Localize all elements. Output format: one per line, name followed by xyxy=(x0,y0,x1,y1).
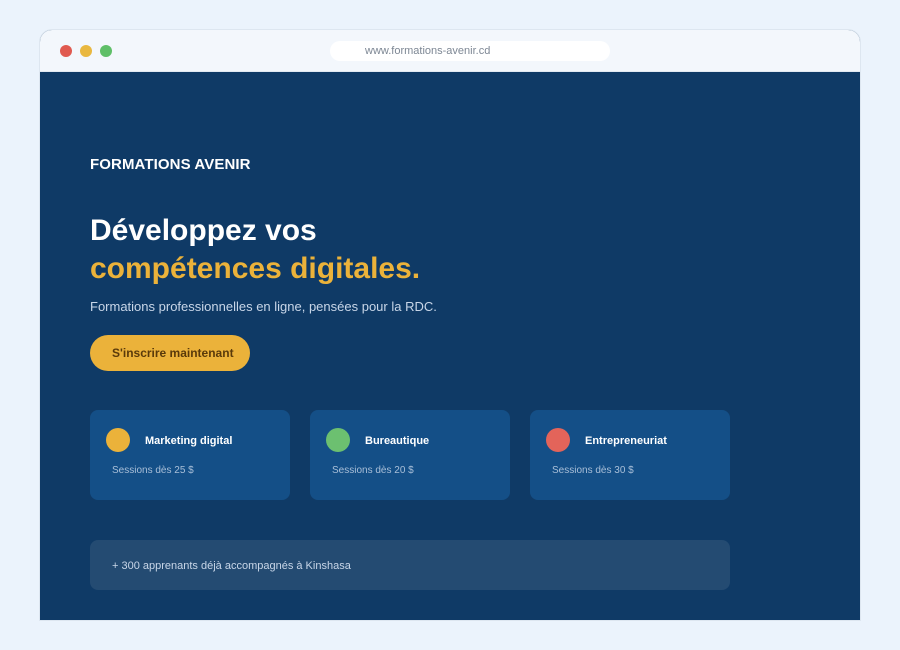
course-title: Bureautique xyxy=(365,435,430,447)
minimize-window-button[interactable] xyxy=(80,45,92,57)
course-card-marketing[interactable]: Marketing digital Sessions dès 25 $ xyxy=(90,410,290,500)
course-title: Marketing digital xyxy=(145,435,233,447)
hero-headline-line-1: Développez vos xyxy=(90,214,317,247)
course-color-icon xyxy=(326,428,350,452)
hero-headline-line-2: compétences digitales. xyxy=(90,252,421,285)
close-window-button[interactable] xyxy=(60,45,72,57)
course-color-icon xyxy=(546,428,570,452)
course-price: Sessions dès 20 $ xyxy=(332,465,414,476)
maximize-window-button[interactable] xyxy=(100,45,112,57)
address-bar[interactable]: www.formations-avenir.cd xyxy=(330,41,610,61)
social-proof-banner: + 300 apprenants déjà accompagnés à Kins… xyxy=(90,540,730,590)
signup-button[interactable]: S'inscrire maintenant xyxy=(90,335,250,371)
brand-logo[interactable]: FORMATIONS AVENIR xyxy=(90,156,251,173)
social-proof-text: + 300 apprenants déjà accompagnés à Kins… xyxy=(112,560,351,572)
hero-subtitle: Formations professionnelles en ligne, pe… xyxy=(90,299,437,314)
course-card-entrepreneuriat[interactable]: Entrepreneuriat Sessions dès 30 $ xyxy=(530,410,730,500)
course-title: Entrepreneuriat xyxy=(585,435,667,447)
course-price: Sessions dès 30 $ xyxy=(552,465,634,476)
browser-window: www.formations-avenir.cd FORMATIONS AVEN… xyxy=(40,30,860,620)
browser-titlebar: www.formations-avenir.cd xyxy=(40,30,860,72)
course-card-bureautique[interactable]: Bureautique Sessions dès 20 $ xyxy=(310,410,510,500)
course-color-icon xyxy=(106,428,130,452)
course-price: Sessions dès 25 $ xyxy=(112,465,194,476)
page-content: FORMATIONS AVENIR Développez vos compéte… xyxy=(40,72,860,620)
hero-headline: Développez vos compétences digitales. xyxy=(90,212,420,288)
